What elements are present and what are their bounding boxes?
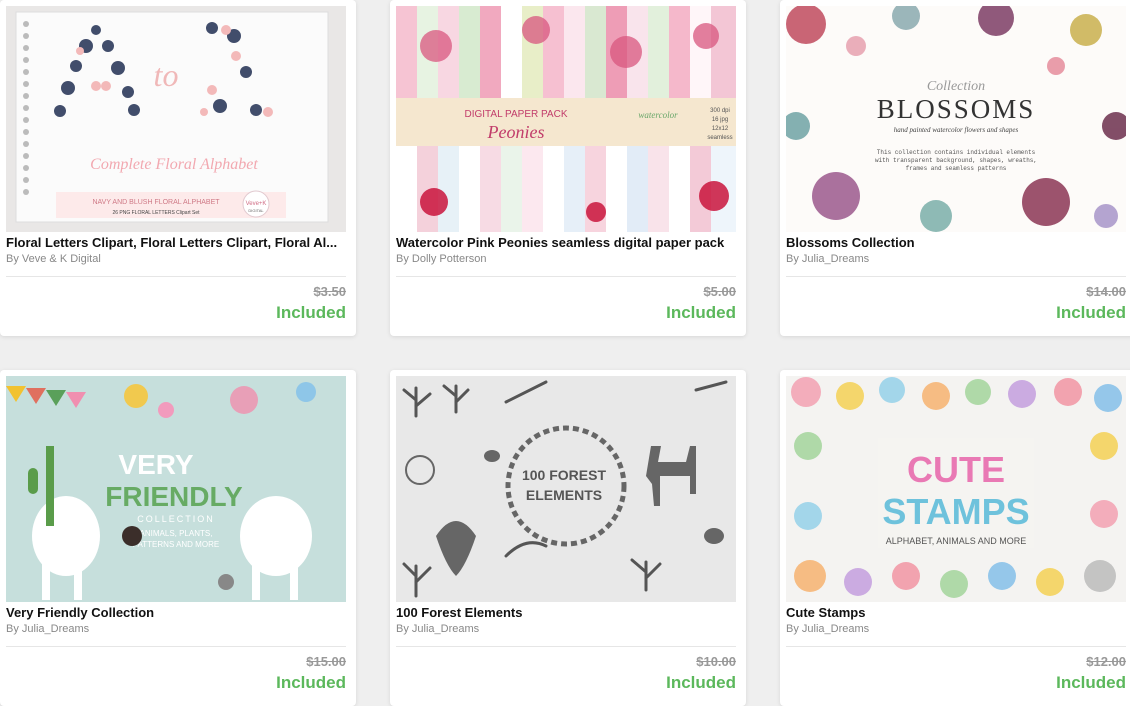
product-thumbnail[interactable]: VERY FRIENDLY COLLECTION ANIMALS, PLANTS… <box>6 376 346 602</box>
svg-text:Veve+K: Veve+K <box>246 201 267 207</box>
svg-text:DIGITAL PAPER PACK: DIGITAL PAPER PACK <box>465 109 568 120</box>
svg-text:ELEMENTS: ELEMENTS <box>526 487 602 503</box>
product-card[interactable]: VERY FRIENDLY COLLECTION ANIMALS, PLANTS… <box>0 370 356 706</box>
product-author: By Veve & K Digital <box>6 253 101 265</box>
product-title[interactable]: Blossoms Collection <box>786 235 1126 250</box>
divider <box>6 646 346 647</box>
product-title[interactable]: Very Friendly Collection <box>6 605 346 620</box>
svg-text:DIGITAL: DIGITAL <box>248 208 264 213</box>
svg-text:FRIENDLY: FRIENDLY <box>105 481 243 512</box>
by-label: By <box>786 623 799 635</box>
cute-stamps-image: CUTE STAMPS ALPHABET, ANIMALS AND MORE <box>786 376 1126 602</box>
author-link[interactable]: Julia_Dreams <box>802 253 869 265</box>
svg-text:seamless: seamless <box>707 135 732 141</box>
original-price: $3.50 <box>313 284 346 299</box>
svg-text:BLOSSOMS: BLOSSOMS <box>877 94 1036 124</box>
svg-text:26 PNG FLORAL LETTERS Clipart: 26 PNG FLORAL LETTERS Clipart Set <box>112 210 200 216</box>
included-status: Included <box>276 673 346 692</box>
author-link[interactable]: Dolly Potterson <box>412 253 487 265</box>
divider <box>396 646 736 647</box>
peonies-paper-image: DIGITAL PAPER PACK Peonies watercolor 30… <box>396 6 736 232</box>
svg-text:ALPHABET, ANIMALS AND MORE: ALPHABET, ANIMALS AND MORE <box>886 536 1027 546</box>
product-thumbnail[interactable]: 100 FOREST ELEMENTS <box>396 376 736 602</box>
floral-alphabet-image: to Complete Floral Alphabet NAVY AND BLU… <box>6 6 346 232</box>
original-price: $10.00 <box>696 654 736 669</box>
very-friendly-image: VERY FRIENDLY COLLECTION ANIMALS, PLANTS… <box>6 376 346 602</box>
author-link[interactable]: Julia_Dreams <box>802 623 869 635</box>
product-thumbnail[interactable]: DIGITAL PAPER PACK Peonies watercolor 30… <box>396 6 736 232</box>
product-author: By Julia_Dreams <box>786 253 869 265</box>
blossoms-image: Collection BLOSSOMS hand painted waterco… <box>786 6 1126 232</box>
svg-text:hand painted watercolor flower: hand painted watercolor flowers and shap… <box>894 126 1019 134</box>
svg-text:to: to <box>154 57 179 93</box>
author-link[interactable]: Julia_Dreams <box>412 623 479 635</box>
product-title[interactable]: Watercolor Pink Peonies seamless digital… <box>396 235 736 250</box>
original-price: $15.00 <box>306 654 346 669</box>
product-card[interactable]: to Complete Floral Alphabet NAVY AND BLU… <box>0 0 356 336</box>
included-status: Included <box>666 303 736 322</box>
svg-text:Complete Floral Alphabet: Complete Floral Alphabet <box>90 156 258 173</box>
svg-text:NAVY AND BLUSH FLORAL ALPHABET: NAVY AND BLUSH FLORAL ALPHABET <box>92 199 220 206</box>
product-thumbnail[interactable]: CUTE STAMPS ALPHABET, ANIMALS AND MORE <box>786 376 1126 602</box>
included-status: Included <box>666 673 736 692</box>
author-link[interactable]: Veve & K Digital <box>22 253 101 265</box>
product-card[interactable]: CUTE STAMPS ALPHABET, ANIMALS AND MORE C… <box>780 370 1130 706</box>
product-card[interactable]: 100 FOREST ELEMENTS 100 Forest Elements … <box>390 370 746 706</box>
divider <box>6 276 346 277</box>
svg-text:CUTE: CUTE <box>907 449 1005 490</box>
svg-text:100 FOREST: 100 FOREST <box>522 467 606 483</box>
product-card[interactable]: Collection BLOSSOMS hand painted waterco… <box>780 0 1130 336</box>
svg-text:COLLECTION: COLLECTION <box>137 514 215 524</box>
product-thumbnail[interactable]: Collection BLOSSOMS hand painted waterco… <box>786 6 1126 232</box>
product-card[interactable]: DIGITAL PAPER PACK Peonies watercolor 30… <box>390 0 746 336</box>
product-author: By Julia_Dreams <box>786 623 869 635</box>
divider <box>786 276 1126 277</box>
original-price: $12.00 <box>1086 654 1126 669</box>
by-label: By <box>6 253 19 265</box>
included-status: Included <box>276 303 346 322</box>
svg-text:VERY: VERY <box>118 449 194 480</box>
svg-text:with transparent background, s: with transparent background, shapes, wre… <box>875 157 1037 164</box>
forest-elements-image: 100 FOREST ELEMENTS <box>396 376 736 602</box>
product-title[interactable]: Cute Stamps <box>786 605 1126 620</box>
product-author: By Julia_Dreams <box>6 623 89 635</box>
divider <box>396 276 736 277</box>
svg-text:STAMPS: STAMPS <box>882 491 1029 532</box>
svg-text:watercolor: watercolor <box>638 110 678 120</box>
author-link[interactable]: Julia_Dreams <box>22 623 89 635</box>
product-author: By Julia_Dreams <box>396 623 479 635</box>
svg-text:12x12: 12x12 <box>712 126 729 132</box>
by-label: By <box>396 623 409 635</box>
by-label: By <box>396 253 409 265</box>
included-status: Included <box>1056 673 1126 692</box>
by-label: By <box>6 623 19 635</box>
divider <box>786 646 1126 647</box>
svg-text:16 jpg: 16 jpg <box>712 117 728 123</box>
svg-text:frames and seamless patterns: frames and seamless patterns <box>906 165 1007 172</box>
svg-text:Peonies: Peonies <box>487 122 545 142</box>
by-label: By <box>786 253 799 265</box>
product-title[interactable]: Floral Letters Clipart, Floral Letters C… <box>6 235 346 250</box>
product-thumbnail[interactable]: to Complete Floral Alphabet NAVY AND BLU… <box>6 6 346 232</box>
original-price: $5.00 <box>703 284 736 299</box>
svg-text:PATTERNS AND MORE: PATTERNS AND MORE <box>133 540 219 549</box>
original-price: $14.00 <box>1086 284 1126 299</box>
included-status: Included <box>1056 303 1126 322</box>
svg-text:ANIMALS, PLANTS,: ANIMALS, PLANTS, <box>140 529 213 538</box>
product-title[interactable]: 100 Forest Elements <box>396 605 736 620</box>
svg-text:Collection: Collection <box>927 79 985 94</box>
svg-text:300 dpi: 300 dpi <box>710 108 730 114</box>
product-author: By Dolly Potterson <box>396 253 487 265</box>
svg-text:This collection contains indiv: This collection contains individual elem… <box>877 149 1036 156</box>
